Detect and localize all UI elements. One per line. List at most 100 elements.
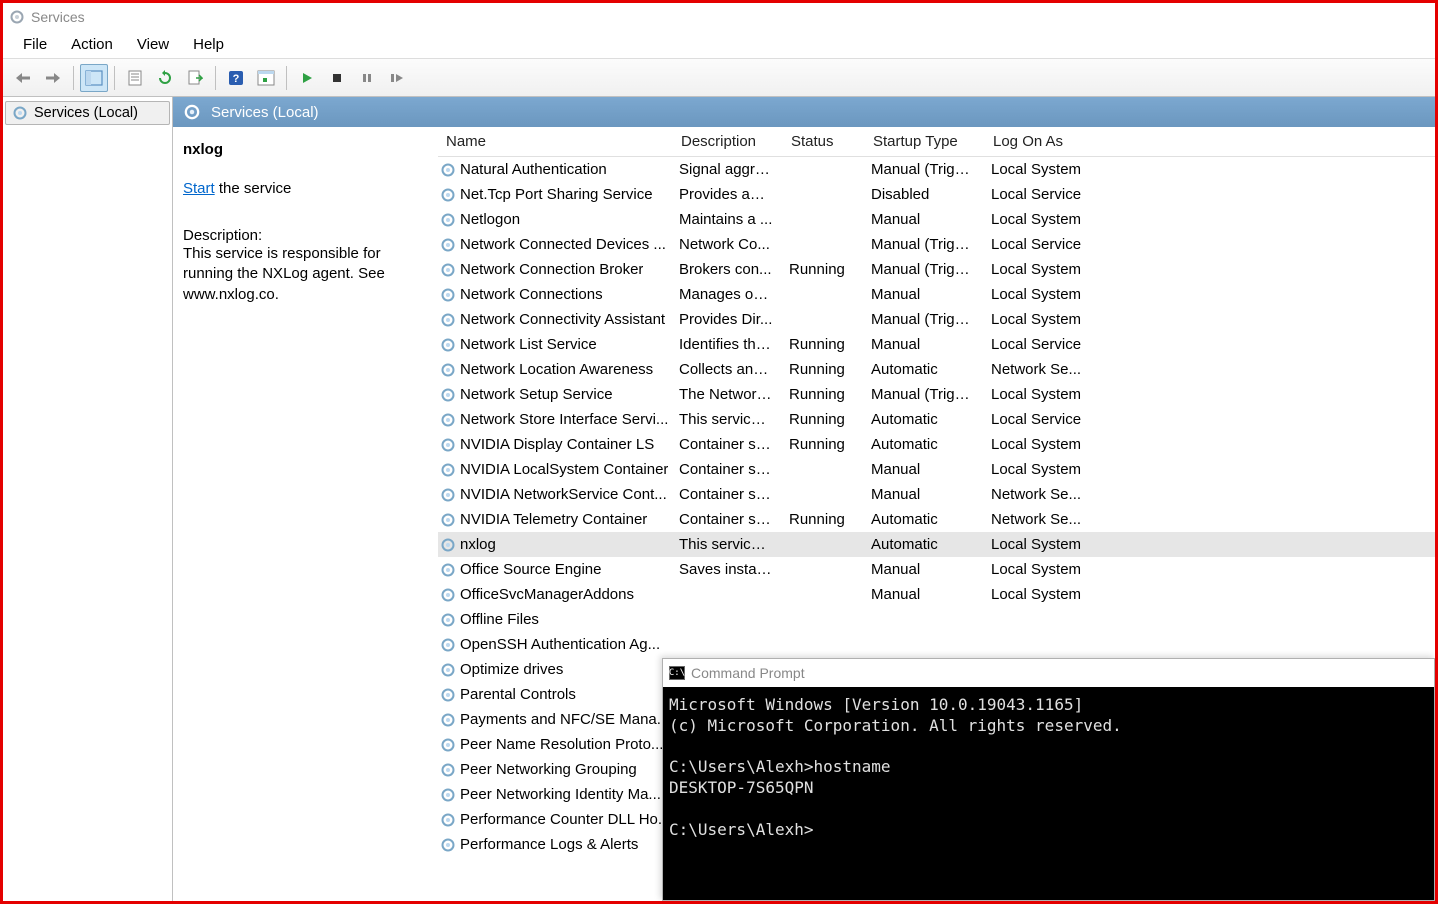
service-row[interactable]: Network Connection BrokerBrokers con...R… bbox=[438, 257, 1435, 282]
service-row[interactable]: NVIDIA Telemetry ContainerContainer se..… bbox=[438, 507, 1435, 532]
start-service-button[interactable] bbox=[293, 64, 321, 92]
menu-help[interactable]: Help bbox=[181, 34, 236, 55]
service-logon: Network Se... bbox=[983, 511, 1103, 528]
service-description: Container se... bbox=[671, 511, 781, 528]
gear-icon bbox=[183, 103, 201, 121]
service-name: Parental Controls bbox=[460, 686, 576, 703]
service-name: Network Connectivity Assistant bbox=[460, 311, 665, 328]
service-row[interactable]: NVIDIA LocalSystem ContainerContainer se… bbox=[438, 457, 1435, 482]
gear-icon bbox=[440, 412, 456, 428]
service-name: OfficeSvcManagerAddons bbox=[460, 586, 634, 603]
service-name: Network Connection Broker bbox=[460, 261, 643, 278]
service-row[interactable]: NVIDIA Display Container LSContainer se.… bbox=[438, 432, 1435, 457]
gear-icon bbox=[12, 105, 28, 121]
service-row[interactable]: Network List ServiceIdentifies the...Run… bbox=[438, 332, 1435, 357]
service-row[interactable]: NVIDIA NetworkService Cont...Container s… bbox=[438, 482, 1435, 507]
window-title-bar: Services bbox=[3, 3, 1435, 31]
service-name: Performance Logs & Alerts bbox=[460, 836, 638, 853]
service-logon: Local System bbox=[983, 311, 1103, 328]
dialog-button[interactable] bbox=[252, 64, 280, 92]
service-row[interactable]: Network Connectivity Assistant Provides D… bbox=[438, 307, 1435, 332]
service-description: Signal aggre... bbox=[671, 161, 781, 178]
service-row[interactable]: Offline Files bbox=[438, 607, 1435, 632]
gear-icon bbox=[440, 312, 456, 328]
service-logon: Local System bbox=[983, 211, 1103, 228]
column-header-description[interactable]: Description bbox=[673, 133, 783, 150]
service-name: Peer Networking Identity Ma... bbox=[460, 786, 661, 803]
tree-item-services-local[interactable]: Services (Local) bbox=[5, 101, 170, 125]
forward-button[interactable] bbox=[39, 64, 67, 92]
service-row[interactable]: Natural AuthenticationSignal aggre...Man… bbox=[438, 157, 1435, 182]
service-row[interactable]: Network Connected Devices ...Network Co.… bbox=[438, 232, 1435, 257]
toolbar: ? bbox=[3, 59, 1435, 97]
toolbar-separator bbox=[215, 66, 216, 90]
gear-icon bbox=[440, 537, 456, 553]
gear-icon bbox=[440, 362, 456, 378]
refresh-button[interactable] bbox=[151, 64, 179, 92]
stop-service-button[interactable] bbox=[323, 64, 351, 92]
command-prompt-title-bar[interactable]: C:\ Command Prompt bbox=[663, 659, 1434, 687]
properties-button[interactable] bbox=[121, 64, 149, 92]
service-logon: Local System bbox=[983, 536, 1103, 553]
service-name: Optimize drives bbox=[460, 661, 563, 678]
column-header-status[interactable]: Status bbox=[783, 133, 865, 150]
export-list-button[interactable] bbox=[181, 64, 209, 92]
command-prompt-window[interactable]: C:\ Command Prompt Microsoft Windows [Ve… bbox=[662, 658, 1435, 901]
command-prompt-icon: C:\ bbox=[669, 666, 685, 680]
gear-icon bbox=[440, 162, 456, 178]
service-description: Provides Dir... bbox=[671, 311, 781, 328]
menu-view[interactable]: View bbox=[125, 34, 181, 55]
service-row[interactable]: OfficeSvcManagerAddonsManualLocal System bbox=[438, 582, 1435, 607]
service-logon: Local System bbox=[983, 461, 1103, 478]
service-name: Net.Tcp Port Sharing Service bbox=[460, 186, 653, 203]
column-header-logon[interactable]: Log On As bbox=[985, 133, 1105, 150]
service-row[interactable]: OpenSSH Authentication Ag... bbox=[438, 632, 1435, 657]
service-startup: Manual bbox=[863, 336, 983, 353]
gear-icon bbox=[440, 787, 456, 803]
command-prompt-body[interactable]: Microsoft Windows [Version 10.0.19043.11… bbox=[663, 687, 1434, 900]
service-row[interactable]: Network ConnectionsManages ob...ManualLo… bbox=[438, 282, 1435, 307]
restart-service-button[interactable] bbox=[383, 64, 411, 92]
service-row[interactable]: Network Store Interface Servi...This ser… bbox=[438, 407, 1435, 432]
description-label: Description: bbox=[183, 227, 428, 244]
service-startup: Manual bbox=[863, 486, 983, 503]
back-button[interactable] bbox=[9, 64, 37, 92]
service-startup: Automatic bbox=[863, 511, 983, 528]
service-row[interactable]: Office Source EngineSaves install...Manu… bbox=[438, 557, 1435, 582]
gear-icon bbox=[440, 262, 456, 278]
gear-icon bbox=[440, 837, 456, 853]
gear-icon bbox=[440, 562, 456, 578]
service-logon: Network Se... bbox=[983, 361, 1103, 378]
column-header-startup[interactable]: Startup Type bbox=[865, 133, 985, 150]
service-name: NVIDIA LocalSystem Container bbox=[460, 461, 668, 478]
pause-service-button[interactable] bbox=[353, 64, 381, 92]
gear-icon bbox=[440, 212, 456, 228]
service-startup: Manual bbox=[863, 286, 983, 303]
gear-icon bbox=[440, 712, 456, 728]
service-row[interactable]: Network Setup ServiceThe Network...Runni… bbox=[438, 382, 1435, 407]
tree-panel: Services (Local) bbox=[3, 97, 173, 901]
service-row[interactable]: Network Location AwarenessCollects and .… bbox=[438, 357, 1435, 382]
service-row[interactable]: Net.Tcp Port Sharing ServiceProvides abi… bbox=[438, 182, 1435, 207]
service-status: Running bbox=[781, 386, 863, 403]
service-status: Running bbox=[781, 436, 863, 453]
service-description: Container se... bbox=[671, 436, 781, 453]
service-name: Natural Authentication bbox=[460, 161, 607, 178]
service-logon: Local Service bbox=[983, 236, 1103, 253]
menu-action[interactable]: Action bbox=[59, 34, 125, 55]
service-row[interactable]: nxlogThis service i...AutomaticLocal Sys… bbox=[438, 532, 1435, 557]
selected-service-name: nxlog bbox=[183, 141, 428, 158]
service-description: Brokers con... bbox=[671, 261, 781, 278]
start-service-link[interactable]: Start bbox=[183, 180, 215, 197]
service-status: Running bbox=[781, 511, 863, 528]
show-hide-tree-button[interactable] bbox=[80, 64, 108, 92]
service-description: Collects and ... bbox=[671, 361, 781, 378]
gear-icon bbox=[440, 187, 456, 203]
content-header-title: Services (Local) bbox=[211, 104, 319, 121]
gear-icon bbox=[440, 337, 456, 353]
svg-text:?: ? bbox=[233, 73, 240, 85]
column-header-name[interactable]: Name⌃ bbox=[438, 133, 673, 150]
service-row[interactable]: NetlogonMaintains a ...ManualLocal Syste… bbox=[438, 207, 1435, 232]
help-button[interactable]: ? bbox=[222, 64, 250, 92]
menu-file[interactable]: File bbox=[11, 34, 59, 55]
